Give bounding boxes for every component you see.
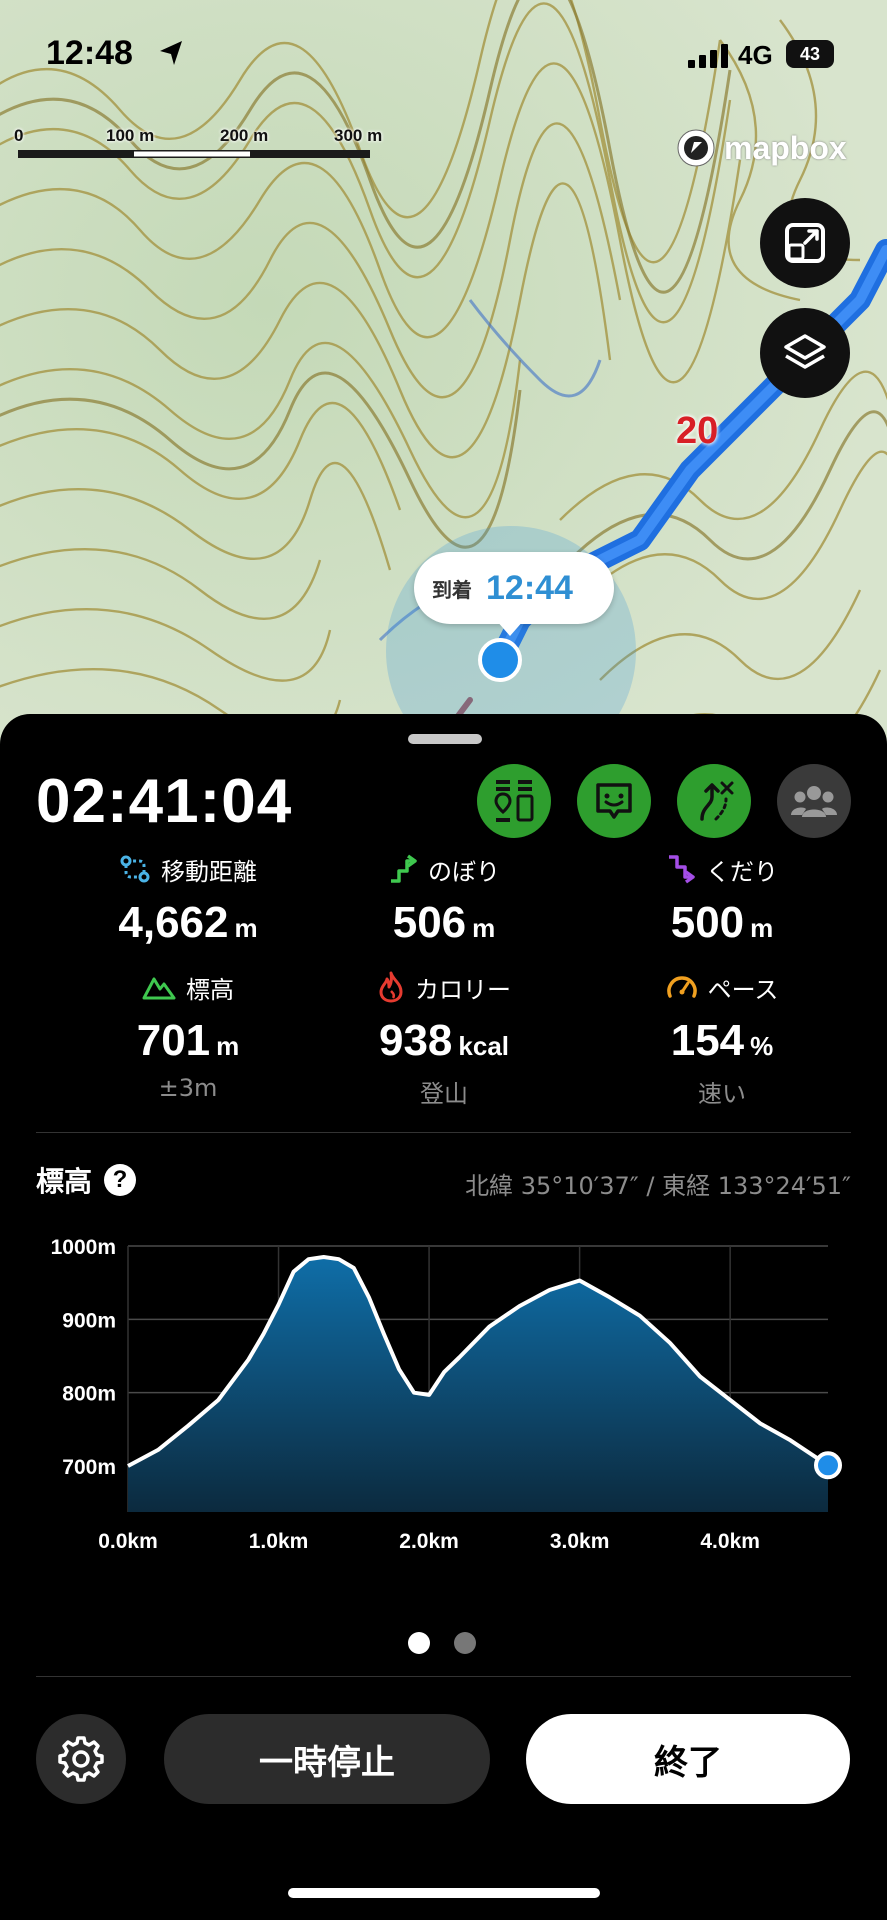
home-indicator bbox=[288, 1888, 600, 1898]
elevation-chart[interactable]: 1000m 900m 800m 700m 0.0km 1.0km 2.0km 3.0km 4.… bbox=[0, 1214, 887, 1554]
stat-unit: % bbox=[750, 1031, 774, 1061]
stat-label: カロリー bbox=[415, 975, 511, 1004]
arrival-time-callout[interactable]: 到着 12:44 bbox=[414, 552, 614, 624]
scale-bar-graphic bbox=[18, 150, 370, 158]
map-layers-button[interactable] bbox=[760, 308, 850, 398]
elevation-title: 標高 bbox=[36, 1165, 93, 1198]
route-marker-label: 20 bbox=[676, 410, 719, 452]
stat-label: 移動距離 bbox=[161, 857, 257, 886]
mapbox-attribution[interactable]: mapbox bbox=[676, 126, 847, 170]
group-icon bbox=[791, 786, 837, 817]
stat-label: 標高 bbox=[186, 975, 234, 1004]
y-tick-label: 700m bbox=[62, 1456, 116, 1479]
stat-label: ペース bbox=[707, 975, 779, 1004]
layers-icon bbox=[784, 334, 826, 369]
scale-label: 200 m bbox=[220, 126, 269, 145]
stat-unit: m bbox=[750, 913, 774, 943]
y-tick-label: 1000m bbox=[51, 1236, 116, 1259]
status-time: 12:48 bbox=[46, 34, 133, 72]
stat-sub: 速い bbox=[698, 1080, 746, 1108]
stat-value: 500 bbox=[670, 898, 745, 947]
trail-markers-icon bbox=[494, 780, 534, 822]
stat-value: 701 bbox=[136, 1016, 211, 1065]
speedometer-icon bbox=[666, 976, 697, 998]
distance-icon bbox=[120, 855, 150, 883]
stat-sub: 登山 bbox=[420, 1080, 468, 1108]
activity-sheet: 02:41:04 移動距離 4,662 m のぼり 506 m くだり 500 … bbox=[0, 714, 887, 1920]
help-icon[interactable]: ? bbox=[104, 1164, 137, 1196]
pause-button[interactable]: 一時停止 bbox=[164, 1714, 490, 1804]
route-deviation-button[interactable] bbox=[677, 764, 751, 838]
scale-label: 300 m bbox=[334, 126, 383, 145]
elevation-area bbox=[128, 1257, 828, 1512]
x-tick-label: 4.0km bbox=[700, 1530, 760, 1553]
stat-calories: カロリー 938 kcal 登山 bbox=[304, 970, 584, 1109]
chat-button[interactable] bbox=[577, 764, 651, 838]
elevation-chart-svg: 1000m 900m 800m 700m 0.0km 1.0km 2.0km 3.0km 4.… bbox=[51, 1236, 842, 1553]
stat-pace: ペース 154% 速い bbox=[582, 970, 862, 1109]
group-button[interactable] bbox=[777, 764, 851, 838]
signal-icon bbox=[688, 44, 730, 72]
stat-unit: m bbox=[472, 913, 496, 943]
end-button[interactable]: 終了 bbox=[526, 1714, 850, 1804]
stat-unit: m bbox=[216, 1031, 240, 1061]
stat-distance: 移動距離 4,662 m bbox=[48, 852, 328, 948]
ascent-icon bbox=[391, 854, 417, 883]
settings-button[interactable] bbox=[36, 1714, 126, 1804]
page-dot[interactable] bbox=[454, 1632, 476, 1654]
callout-tail bbox=[496, 620, 524, 636]
arrival-label: 到着 bbox=[432, 577, 472, 602]
x-tick-label: 3.0km bbox=[550, 1530, 610, 1553]
page-indicator bbox=[408, 1632, 476, 1654]
sheet-drag-handle[interactable] bbox=[408, 734, 482, 744]
gear-icon bbox=[58, 1736, 104, 1782]
stat-unit: kcal bbox=[458, 1031, 510, 1061]
page-dot[interactable] bbox=[408, 1632, 430, 1654]
x-tick-label: 0.0km bbox=[98, 1530, 158, 1553]
mapbox-wordmark: mapbox bbox=[724, 129, 847, 166]
stat-label: のぼり bbox=[428, 857, 500, 886]
flame-icon bbox=[379, 971, 403, 1003]
stat-value: 4,662 bbox=[118, 898, 229, 947]
current-position-marker bbox=[814, 1451, 842, 1480]
section-divider bbox=[36, 1132, 851, 1133]
stat-sub: ±3m bbox=[158, 1074, 218, 1102]
current-location-dot bbox=[478, 638, 522, 682]
battery-level: 43 bbox=[786, 40, 834, 68]
descent-icon bbox=[669, 855, 695, 884]
elevation-section-title: 標高 ? bbox=[36, 1160, 137, 1200]
y-tick-label: 800m bbox=[62, 1383, 116, 1406]
stat-value: 154 bbox=[670, 1016, 745, 1065]
chat-icon bbox=[596, 783, 632, 819]
coordinates: 北緯 35°10′37″ / 東経 133°24′51″ bbox=[465, 1172, 851, 1200]
stat-value: 506 bbox=[392, 898, 467, 947]
mapbox-logo-icon bbox=[677, 129, 715, 167]
fit-route-button[interactable] bbox=[760, 198, 850, 288]
map-view[interactable]: 12:48 4G 43 0 100 m 200 m 300 m mapbox 2… bbox=[0, 0, 887, 760]
arrival-time: 12:44 bbox=[486, 568, 573, 607]
mountain-icon bbox=[142, 977, 176, 1000]
route-deviation-icon bbox=[700, 781, 734, 821]
stat-descent: くだり 500 m bbox=[582, 852, 862, 948]
section-divider bbox=[36, 1676, 851, 1677]
stat-elevation: 標高 701 m ±3m bbox=[48, 970, 328, 1103]
stat-value: 938 bbox=[378, 1016, 453, 1065]
x-tick-label: 1.0km bbox=[249, 1530, 309, 1553]
x-tick-label: 2.0km bbox=[399, 1530, 459, 1553]
stat-label: くだり bbox=[706, 857, 778, 886]
location-arrow-icon bbox=[156, 38, 186, 72]
network-type: 4G bbox=[738, 40, 773, 70]
scale-label: 100 m bbox=[106, 126, 155, 145]
scale-label: 0 bbox=[14, 126, 24, 145]
fit-route-icon bbox=[785, 223, 825, 263]
y-tick-label: 900m bbox=[62, 1309, 116, 1332]
status-bar: 12:48 4G 43 bbox=[0, 0, 887, 110]
elapsed-time: 02:41:04 bbox=[36, 767, 293, 836]
stat-ascent: のぼり 506 m bbox=[304, 852, 584, 948]
trail-markers-button[interactable] bbox=[477, 764, 551, 838]
stat-unit: m bbox=[234, 913, 258, 943]
